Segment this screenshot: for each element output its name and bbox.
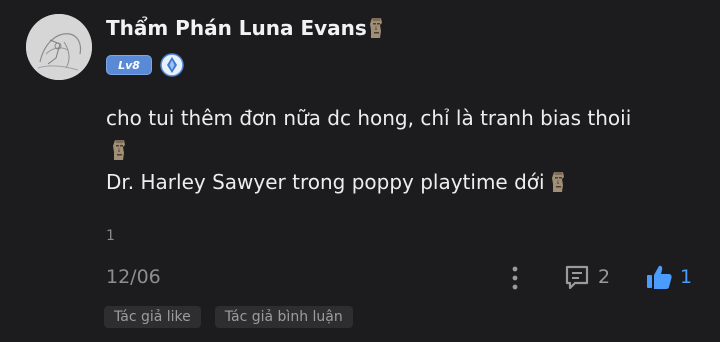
comment-count: 2 [598,266,611,288]
comment-date: 12/06 [106,266,161,288]
username-text: Thẩm Phán Luna Evans [106,16,367,40]
comment-text-3: Dr. Harley Sawyer trong poppy playtime d… [106,170,545,194]
level-badge: Lv8 [106,55,152,75]
comment-line-1: cho tui thêm đơn nữa dc hong, chỉ là tra… [106,102,631,134]
author-tags: Tác giả like Tác giả bình luận [104,306,353,328]
comment-icon [565,265,589,290]
avatar[interactable] [26,14,92,80]
like-button[interactable]: 1 [644,262,692,292]
like-count: 1 [680,266,693,288]
comment-content: cho tui thêm đơn nữa dc hong, chỉ là tra… [106,102,631,198]
comment-button[interactable]: 2 [562,262,610,292]
diamond-badge-icon [160,53,184,77]
tag-author-commented: Tác giả bình luận [214,306,353,328]
comment-line-2 [106,134,631,166]
comment-card: Thẩm Phán Luna Evans Lv8 cho tui thêm đơ… [0,0,720,342]
tag-author-liked: Tác giả like [104,306,201,328]
avatar-sketch-image [26,14,92,80]
moai-emoji-icon [110,138,128,162]
comment-text-1: cho tui thêm đơn nữa dc hong, chỉ là tra… [106,106,632,130]
thumbs-up-icon [647,265,672,289]
comment-line-3: Dr. Harley Sawyer trong poppy playtime d… [106,166,631,198]
username[interactable]: Thẩm Phán Luna Evans [106,16,385,40]
moai-emoji-icon [549,170,567,194]
moai-emoji-icon [367,16,385,40]
more-options-icon[interactable] [504,264,526,292]
reply-count[interactable]: 1 [106,228,115,244]
user-badges: Lv8 [106,53,184,77]
